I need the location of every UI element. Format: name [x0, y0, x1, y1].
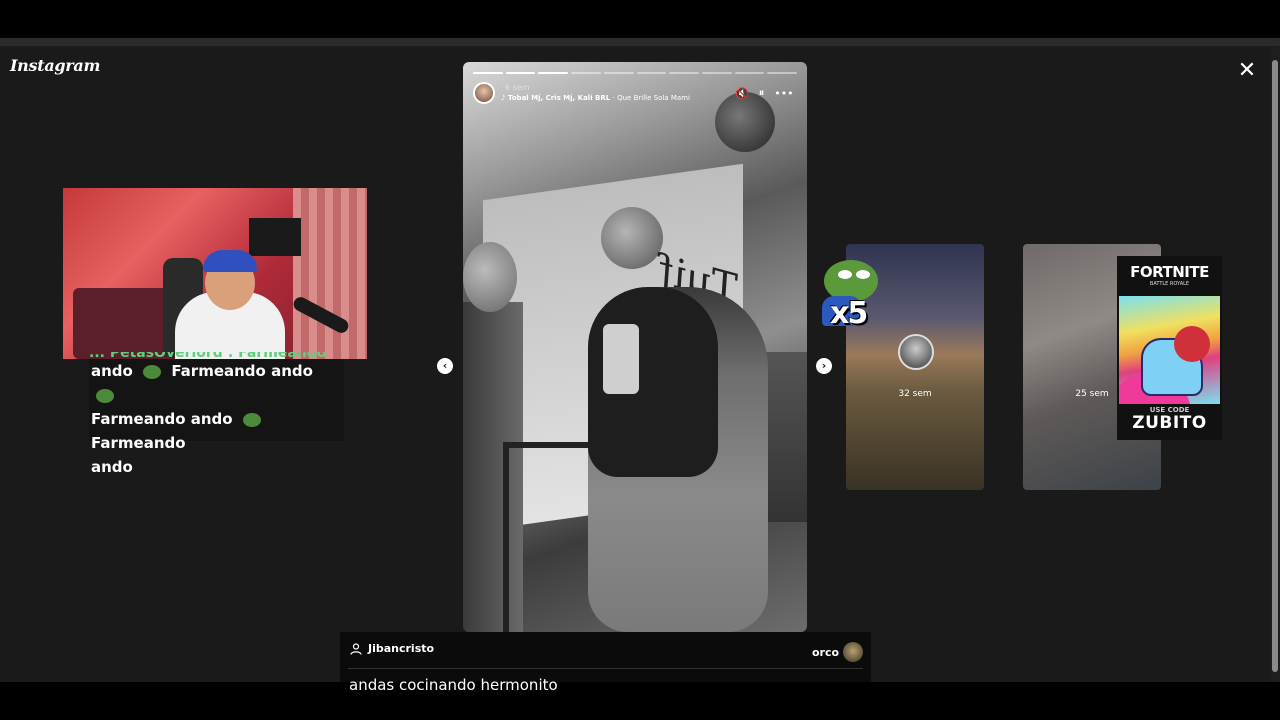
chat-text: ando — [91, 362, 133, 380]
thumbnail-time: 32 sem — [898, 389, 932, 399]
top-black-bar — [0, 0, 1280, 38]
chat-text: ando — [91, 458, 133, 476]
pepe-emote-icon — [143, 364, 162, 379]
story-timestamp: 6 sem — [505, 83, 530, 92]
story-photo-lamp — [601, 207, 663, 269]
previous-story-button[interactable]: ‹ — [437, 358, 453, 374]
creator-code: ZUBITO — [1132, 413, 1207, 433]
recipient-avatar — [843, 642, 864, 662]
user-icon — [350, 642, 362, 655]
chat-text: Farmeando ando — [171, 362, 313, 380]
reply-sender-name: Jibancristo — [368, 642, 435, 655]
active-story[interactable]: Tuif 6 sem ♪ Tobal Mj, Cris Mj, Kali BRL… — [463, 62, 807, 632]
story-music-line[interactable]: ♪ Tobal Mj, Cris Mj, Kali BRL · Que Bril… — [501, 94, 690, 102]
progress-segment — [473, 72, 503, 74]
fortnite-llama-art — [1119, 296, 1220, 404]
pepe-emote-icon — [242, 412, 261, 427]
pepe-eye — [838, 270, 852, 279]
scrollbar-thumb[interactable] — [1272, 60, 1278, 672]
emote-multiplier: x5 — [830, 296, 868, 331]
llama-hat — [1174, 326, 1210, 362]
stream-chat-overlay: ando Farmeando ando Farmeando ando Farme… — [89, 359, 344, 476]
chat-line: Farmeando ando Farmeando — [91, 407, 342, 455]
progress-segment — [734, 72, 765, 74]
music-note-icon: ♪ — [501, 94, 508, 102]
fortnite-code-overlay: FORTNITE BATTLE ROYALE USE CODE ZUBITO — [1117, 256, 1222, 440]
chat-text: Farmeando — [91, 434, 186, 452]
instagram-logo[interactable]: Instagram — [10, 56, 100, 75]
reply-recipient: orco — [812, 642, 864, 662]
progress-segment — [767, 72, 798, 74]
page-scrollbar[interactable] — [1270, 46, 1280, 682]
thumbnail-avatar — [898, 334, 934, 370]
pepe-emote-overlay: x5 — [818, 260, 882, 331]
story-photo-phone — [603, 324, 639, 394]
story-user-avatar[interactable] — [473, 82, 495, 104]
next-story-button[interactable]: › — [816, 358, 832, 374]
close-button[interactable]: ✕ — [1236, 60, 1258, 82]
instagram-story-viewer: Instagram ✕ Tuif 6 sem ♪ Tobal Mj, Cris … — [0, 46, 1270, 682]
progress-segment — [669, 72, 699, 74]
reply-sender: Jibancristo — [350, 642, 434, 655]
bottom-black-bar — [0, 682, 1280, 720]
story-header: 6 sem ♪ Tobal Mj, Cris Mj, Kali BRL · Qu… — [473, 82, 797, 108]
reply-message: andas cocinando hermonito — [349, 676, 558, 694]
progress-segment — [538, 72, 569, 74]
story-progress-bar — [473, 72, 798, 74]
chat-line: ando — [91, 455, 342, 479]
fortnite-title: FORTNITE — [1130, 263, 1209, 281]
progress-segment — [701, 72, 732, 74]
webcam-curtain — [293, 188, 367, 359]
pepe-emote-icon — [96, 388, 114, 403]
reply-divider — [348, 668, 863, 669]
fortnite-subtitle: BATTLE ROYALE — [1149, 281, 1190, 287]
streamer-webcam-overlay — [63, 188, 367, 359]
progress-segment — [603, 72, 634, 74]
browser-tab-strip — [0, 38, 1280, 46]
reply-recipient-name: orco — [812, 645, 840, 659]
story-controls: 🔇 ⏸ ••• — [735, 84, 797, 102]
webcam-streamer-cap — [203, 250, 257, 272]
pepe-eye — [856, 270, 870, 279]
stream-reply-panel: Jibancristo orco — [340, 632, 871, 682]
progress-segment — [571, 72, 601, 74]
progress-segment — [636, 72, 667, 74]
story-user-line: 6 sem — [501, 83, 530, 92]
fortnite-code-banner: USE CODE ZUBITO — [1119, 404, 1220, 438]
more-options-icon[interactable]: ••• — [774, 87, 793, 100]
progress-segment — [505, 72, 536, 74]
pause-icon[interactable]: ⏸ — [759, 86, 765, 100]
music-song: Que Brille Sola Mami — [617, 94, 690, 102]
mute-icon[interactable]: 🔇 — [735, 87, 749, 100]
music-artists: Tobal Mj, Cris Mj, Kali BRL — [507, 94, 611, 102]
fortnite-header: FORTNITE BATTLE ROYALE — [1119, 258, 1220, 296]
story-photo-lamp — [463, 242, 517, 312]
chat-text: Farmeando ando — [91, 410, 233, 428]
webcam-tv — [249, 218, 301, 256]
chat-line: ando Farmeando ando — [91, 359, 342, 407]
